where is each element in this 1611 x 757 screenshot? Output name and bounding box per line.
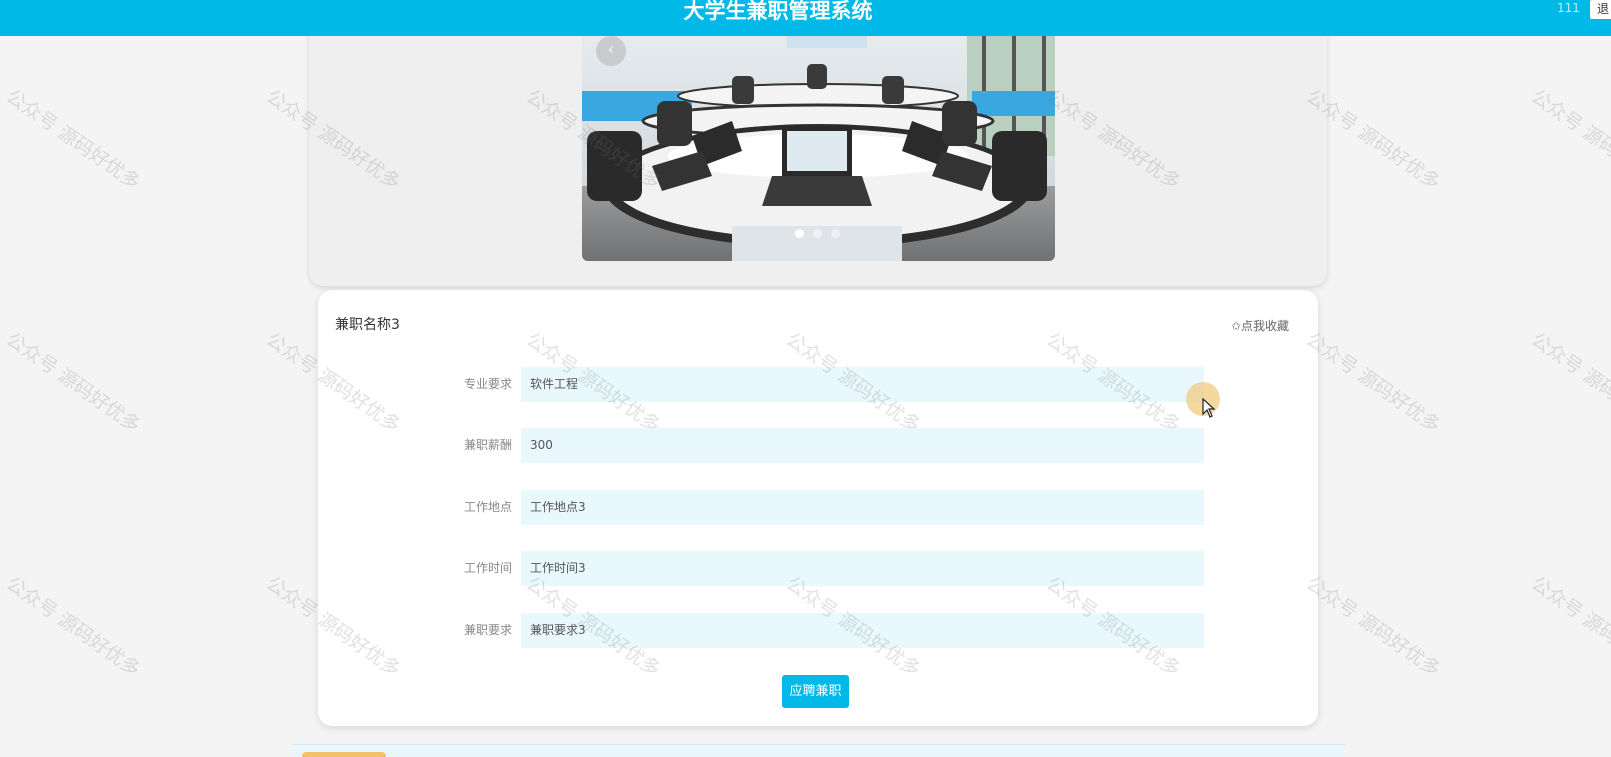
field-label: 工作时间 [463, 561, 512, 575]
field-label: 工作地点 [463, 500, 512, 514]
carousel-dot-3[interactable] [831, 229, 840, 238]
watermark-text: 公众号 源码好优多 [1302, 328, 1445, 438]
field-value-requirement: 兼职要求3 [521, 613, 1204, 648]
watermark-text: 公众号 源码好优多 [2, 328, 145, 438]
field-value-major: 软件工程 [521, 367, 1204, 402]
next-section-strip [292, 744, 1345, 757]
field-row-location: 工作地点 工作地点3 [440, 490, 1205, 525]
carousel-image [582, 36, 1055, 261]
watermark-text: 公众号 源码好优多 [1527, 572, 1611, 682]
apply-job-button[interactable]: 应聘兼职 [782, 675, 849, 708]
watermark-text: 公众号 源码好优多 [1527, 328, 1611, 438]
watermark-text: 公众号 源码好优多 [1302, 572, 1445, 682]
favorite-link[interactable]: ✩点我收藏 [1231, 317, 1289, 334]
field-label: 兼职要求 [463, 623, 512, 637]
field-value-location: 工作地点3 [521, 490, 1204, 525]
site-title: 大学生兼职管理系统 [683, 0, 873, 23]
carousel-dot-1[interactable] [795, 229, 804, 238]
watermark-text: 公众号 源码好优多 [2, 572, 145, 682]
watermark-text: 公众号 源码好优多 [2, 85, 145, 195]
field-label: 兼职薪酬 [463, 438, 512, 452]
username-label[interactable]: 111 [1557, 1, 1580, 15]
carousel-indicators [795, 229, 840, 238]
carousel-prev-button[interactable]: ‹ [596, 36, 626, 66]
field-value-salary: 300 [521, 428, 1204, 463]
top-header-bar: 大学生兼职管理系统 111 退 [0, 0, 1611, 36]
mouse-cursor-icon [1202, 398, 1216, 418]
logout-button[interactable]: 退 [1590, 0, 1611, 19]
watermark-text: 公众号 源码好优多 [1527, 85, 1611, 195]
next-section-tab[interactable] [302, 752, 386, 757]
carousel-dot-2[interactable] [813, 229, 822, 238]
field-value-worktime: 工作时间3 [521, 551, 1204, 586]
field-row-major: 专业要求 软件工程 [440, 367, 1205, 402]
field-row-salary: 兼职薪酬 300 [440, 428, 1205, 463]
job-title: 兼职名称3 [335, 317, 400, 333]
field-row-worktime: 工作时间 工作时间3 [440, 551, 1205, 586]
field-row-requirement: 兼职要求 兼职要求3 [440, 613, 1205, 648]
field-label: 专业要求 [463, 377, 512, 391]
